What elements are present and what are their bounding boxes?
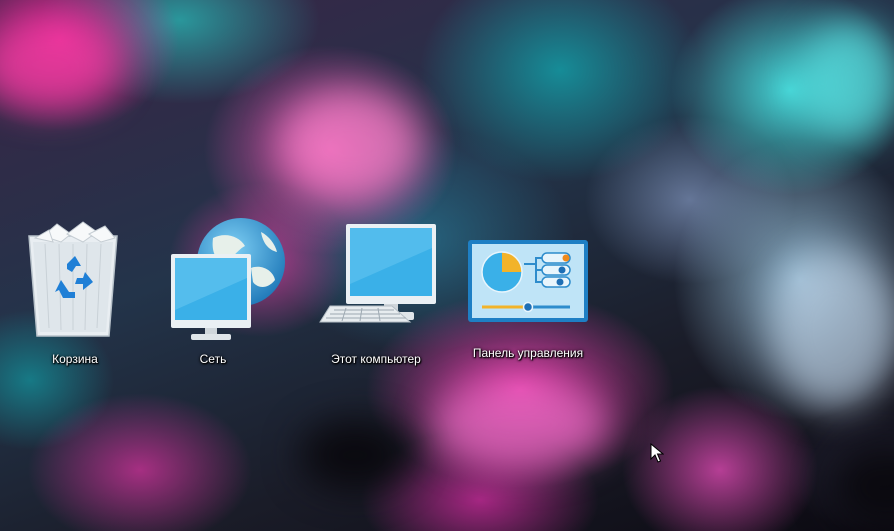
desktop-icon-this-pc[interactable]: Этот компьютер xyxy=(316,224,436,366)
desktop-icon-network[interactable]: Сеть xyxy=(163,218,285,366)
network-label: Сеть xyxy=(199,352,227,366)
control-panel-icon xyxy=(468,240,588,322)
control-panel-label: Панель управления xyxy=(472,346,584,360)
mouse-cursor-icon xyxy=(650,443,664,463)
desktop-icon-control-panel[interactable]: Панель управления xyxy=(466,238,590,360)
desktop-icon-recycle-bin[interactable]: Корзина xyxy=(25,220,125,366)
this-pc-label: Этот компьютер xyxy=(331,352,421,366)
this-pc-icon xyxy=(319,224,436,323)
smoke-wisp xyxy=(430,380,610,470)
smoke-wisp xyxy=(300,420,410,490)
smoke-wisp xyxy=(0,20,120,110)
smoke-wisp xyxy=(830,440,894,530)
desktop-wallpaper xyxy=(0,0,894,531)
smoke-wisp xyxy=(800,20,894,140)
network-icon xyxy=(171,218,285,340)
smoke-wisp xyxy=(770,250,894,410)
recycle-bin-icon xyxy=(28,221,118,337)
smoke-wisp xyxy=(280,90,420,200)
recycle-bin-label: Корзина xyxy=(52,352,98,366)
